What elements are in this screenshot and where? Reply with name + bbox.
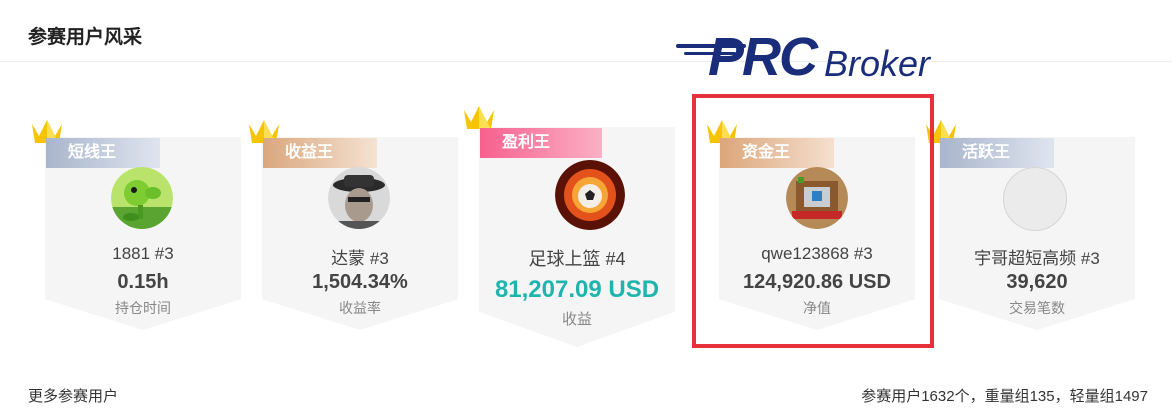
logo-broker-text: Broker [824,43,931,84]
blank-avatar[interactable] [1003,167,1067,231]
card-value: 81,207.09 USD [494,276,660,303]
card-value: 0.15h [117,271,169,293]
logo-prc-text: PRC [708,27,818,87]
section-title: 参赛用户风采 [28,27,143,48]
card-username[interactable]: 宇哥超短高频 #3 [939,244,1135,269]
card-metric-label: 持仓时间 [115,300,171,316]
card-metric-label: 收益 [561,311,592,328]
header-divider [0,61,1172,62]
badge-returns-king: 收益王 [263,138,377,168]
card-metric-label: 交易笔数 [1009,300,1065,316]
man-with-hat-avatar[interactable] [328,167,390,229]
participant-stats: 参赛用户1632个，重量组135，轻量组1497 [861,388,1148,405]
card-username[interactable]: 足球上篮 #4 [459,245,695,271]
badge-active-king: 活跃王 [940,138,1054,168]
more-participants-link[interactable]: 更多参赛用户 [28,385,118,406]
badge-short-term-king: 短线王 [46,138,160,168]
card-value: 1,504.34% [312,271,408,293]
flaming-football-avatar[interactable] [555,160,625,230]
badge-profit-king: 盈利王 [480,128,602,158]
peashooter-avatar[interactable] [111,167,173,229]
highlight-box [692,94,934,348]
card-value: 39,620 [1006,271,1068,293]
card-username[interactable]: 1881 #3 [45,244,241,264]
card-username[interactable]: 达蒙 #3 [262,244,458,269]
prc-broker-logo: PRC Broker [676,28,938,86]
card-metric-label: 收益率 [339,300,381,316]
